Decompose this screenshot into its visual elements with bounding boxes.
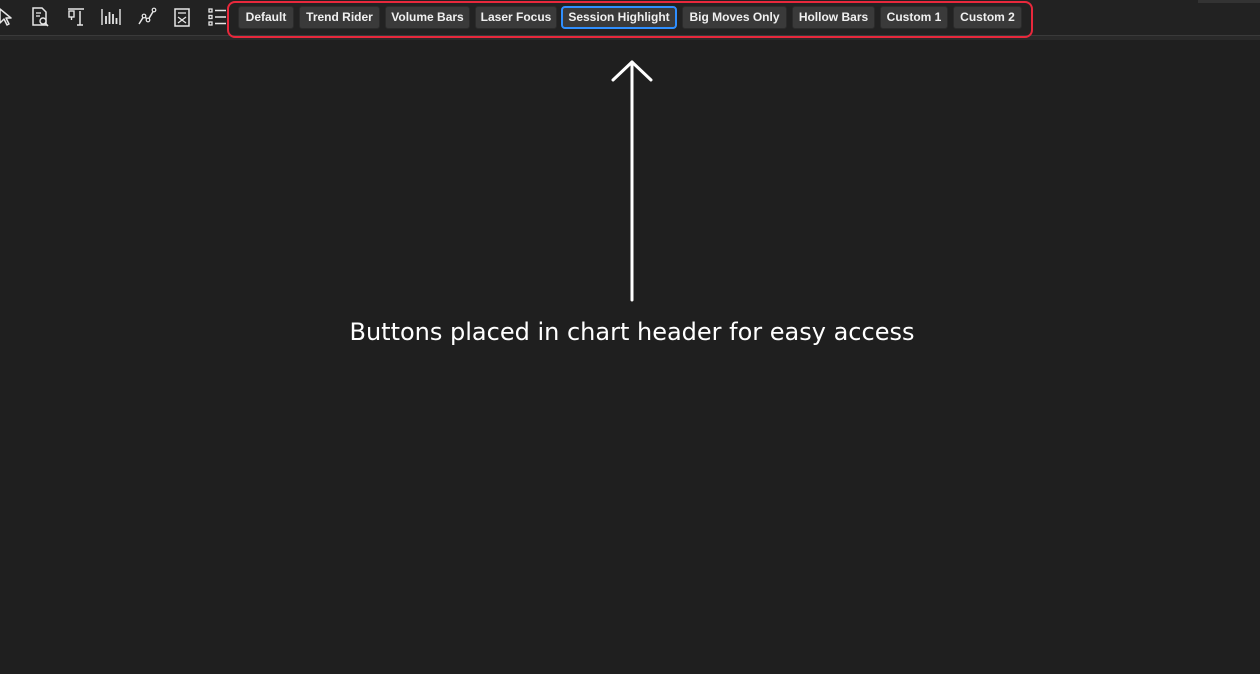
- template-button-trend-rider[interactable]: Trend Rider: [299, 6, 380, 29]
- up-arrow-icon: [611, 60, 653, 302]
- find-document-icon[interactable]: [28, 4, 52, 30]
- annotation-caption: Buttons placed in chart header for easy …: [349, 318, 915, 346]
- chart-window: Default Trend Rider Volume Bars Laser Fo…: [0, 0, 1260, 674]
- line-chart-icon[interactable]: [135, 4, 159, 30]
- bar-chart-icon[interactable]: [99, 4, 123, 30]
- template-button-custom-1[interactable]: Custom 1: [880, 6, 948, 29]
- window-edge: [1198, 0, 1260, 3]
- calculator-icon[interactable]: [170, 4, 194, 30]
- template-button-default[interactable]: Default: [238, 6, 294, 29]
- template-button-volume-bars[interactable]: Volume Bars: [385, 6, 470, 29]
- list-icon[interactable]: [205, 4, 229, 30]
- template-button-big-moves-only[interactable]: Big Moves Only: [682, 6, 787, 29]
- template-button-session-highlight[interactable]: Session Highlight: [561, 6, 677, 29]
- layout-columns-icon[interactable]: [64, 4, 88, 30]
- template-button-custom-2[interactable]: Custom 2: [953, 6, 1022, 29]
- template-button-hollow-bars[interactable]: Hollow Bars: [792, 6, 875, 29]
- template-button-laser-focus[interactable]: Laser Focus: [475, 6, 557, 29]
- cursor-icon[interactable]: [0, 4, 18, 30]
